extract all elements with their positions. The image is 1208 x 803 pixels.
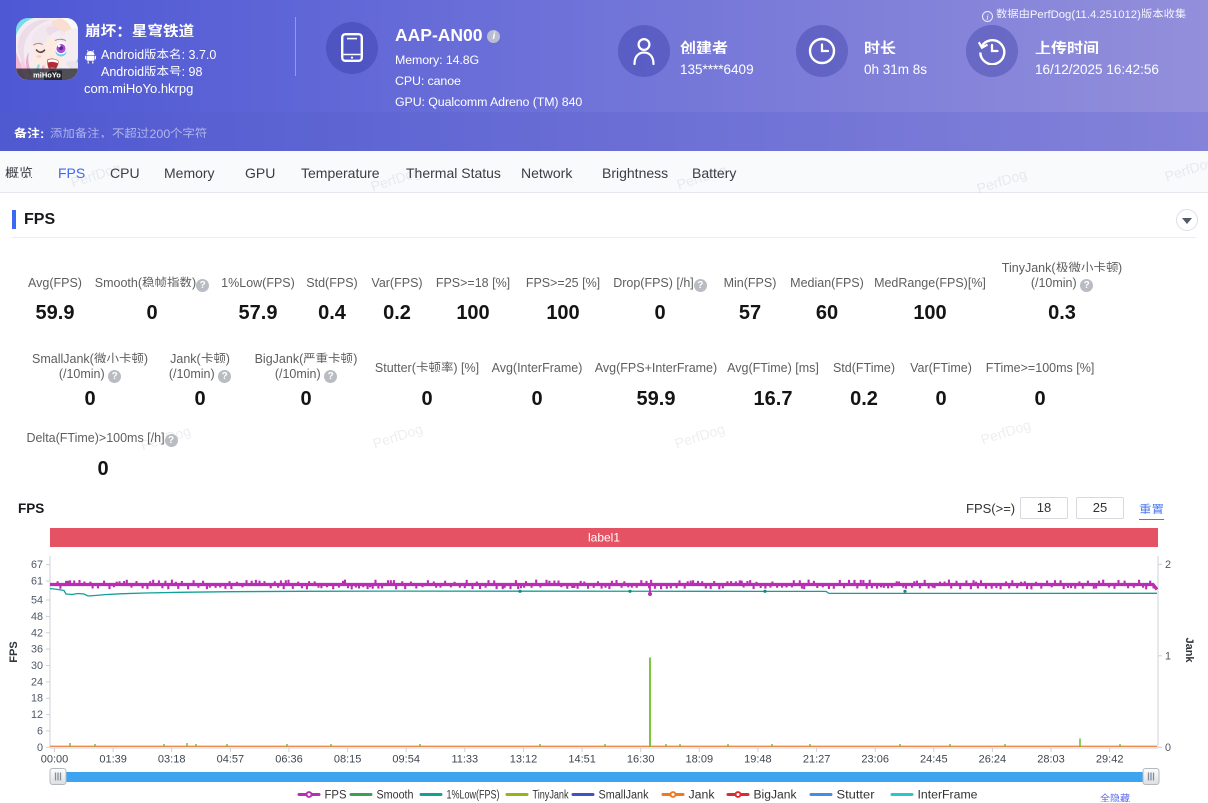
svg-text:Smooth: Smooth (377, 790, 414, 802)
svg-text:23:06: 23:06 (861, 754, 889, 766)
svg-text:61: 61 (31, 576, 43, 588)
svg-text:18:09: 18:09 (686, 754, 714, 766)
svg-text:21:27: 21:27 (803, 754, 831, 766)
svg-text:67: 67 (31, 559, 43, 571)
svg-text:54: 54 (31, 595, 43, 607)
svg-text:19:48: 19:48 (744, 754, 772, 766)
svg-text:BigJank: BigJank (754, 790, 797, 802)
svg-text:FPS: FPS (325, 790, 347, 802)
svg-text:1: 1 (1165, 650, 1171, 662)
svg-text:14:51: 14:51 (568, 754, 596, 766)
svg-text:Stutter: Stutter (837, 790, 875, 802)
svg-text:Jank: Jank (1183, 637, 1195, 663)
svg-text:12: 12 (31, 709, 43, 721)
svg-text:0: 0 (37, 742, 43, 754)
svg-text:09:54: 09:54 (392, 754, 420, 766)
svg-text:29:42: 29:42 (1096, 754, 1124, 766)
svg-text:08:15: 08:15 (334, 754, 362, 766)
svg-text:label1: label1 (588, 531, 620, 545)
svg-text:04:57: 04:57 (217, 754, 245, 766)
svg-text:16:30: 16:30 (627, 754, 655, 766)
svg-text:24:45: 24:45 (920, 754, 948, 766)
svg-text:28:03: 28:03 (1037, 754, 1065, 766)
svg-text:FPS: FPS (8, 641, 20, 662)
svg-text:01:39: 01:39 (99, 754, 127, 766)
svg-text:06:36: 06:36 (275, 754, 303, 766)
svg-text:2: 2 (1165, 559, 1171, 571)
svg-text:11:33: 11:33 (451, 754, 478, 766)
svg-text:30: 30 (31, 660, 43, 672)
svg-text:36: 36 (31, 644, 43, 656)
svg-text:00:00: 00:00 (41, 754, 69, 766)
svg-text:26:24: 26:24 (979, 754, 1007, 766)
svg-text:Jank: Jank (689, 790, 715, 802)
svg-text:42: 42 (31, 627, 43, 639)
svg-text:1%Low(FPS): 1%Low(FPS) (447, 790, 500, 802)
svg-text:18: 18 (31, 693, 43, 705)
svg-text:6: 6 (37, 725, 43, 737)
svg-text:13:12: 13:12 (510, 754, 538, 766)
svg-text:03:18: 03:18 (158, 754, 186, 766)
svg-text:0: 0 (1165, 742, 1171, 754)
svg-text:TinyJank: TinyJank (533, 790, 569, 802)
svg-text:SmallJank: SmallJank (599, 790, 649, 802)
svg-text:24: 24 (31, 676, 43, 688)
svg-text:48: 48 (31, 611, 43, 623)
svg-text:InterFrame: InterFrame (918, 790, 978, 802)
